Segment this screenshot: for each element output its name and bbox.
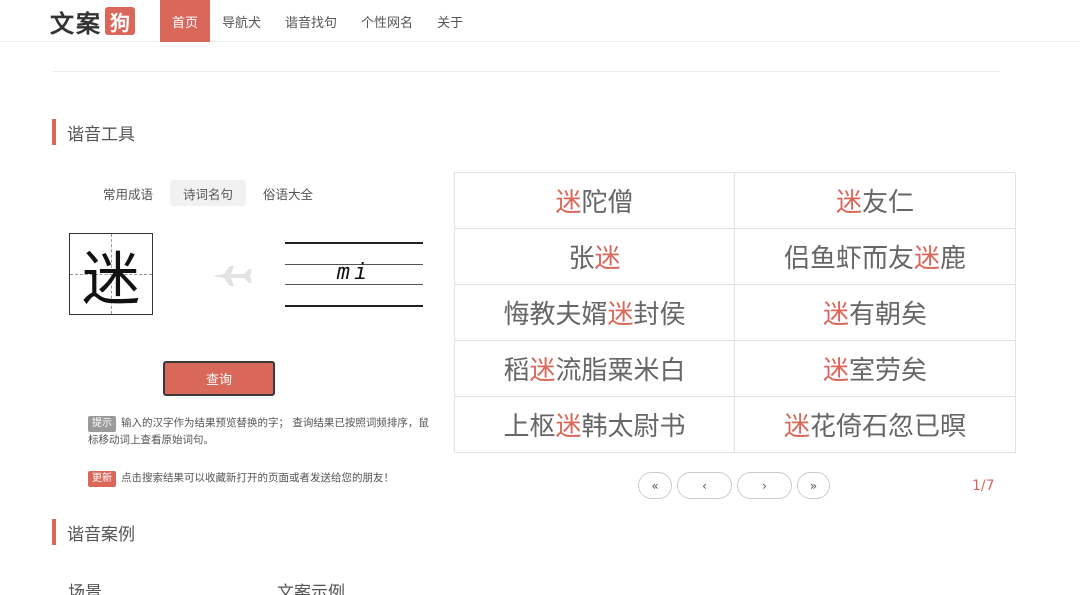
first-page-button[interactable]: « [638, 472, 672, 499]
tip-tag: 提示 [88, 416, 116, 432]
top-navbar: 文案 狗 首页 导航犬 谐音找句 个性网名 关于 [0, 0, 1080, 42]
highlight-char: 迷 [783, 412, 810, 442]
result-cell[interactable]: 迷花倚石忽已暝 [735, 397, 1016, 453]
result-cell[interactable]: 稻迷流脂粟米白 [455, 341, 735, 397]
pinyin-display: mi [285, 242, 423, 308]
update-text: 点击搜索结果可以收藏新打开的页面或者发送给您的朋友！ [121, 472, 394, 484]
highlight-char: 迷 [555, 412, 582, 442]
logo-text: 文案 [50, 8, 102, 38]
nav-about[interactable]: 关于 [425, 0, 475, 42]
tab-poems[interactable]: 诗词名句 [170, 180, 247, 206]
highlight-char: 迷 [607, 300, 634, 330]
update-note: 更新 点击搜索结果可以收藏新打开的页面或者发送给您的朋友！ [88, 470, 433, 487]
section-title-tool: 谐音工具 [52, 119, 135, 145]
case-column-example: 文案示例 [277, 583, 345, 595]
results-grid: 迷陀僧迷友仁张迷侣鱼虾而友迷鹿悔教夫婿迷封侯迷有朝矣稻迷流脂粟米白迷室劳矣 上枢迷… [454, 172, 1016, 453]
airplane-icon [212, 266, 252, 286]
prev-page-button[interactable]: ‹ [677, 472, 732, 499]
divider [52, 71, 1000, 72]
result-cell[interactable]: 迷陀僧 [455, 173, 735, 229]
main-nav: 首页 导航犬 谐音找句 个性网名 关于 [160, 0, 475, 42]
site-logo[interactable]: 文案 狗 [50, 6, 135, 38]
input-char[interactable]: 迷 [70, 234, 152, 314]
result-cell[interactable]: 迷室劳矣 [735, 341, 1016, 397]
result-cell[interactable]: 张迷 [455, 229, 735, 285]
page-indicator: 1/7 [972, 478, 995, 494]
result-cell[interactable]: 上枢迷韩太尉书 [455, 397, 735, 453]
nav-homophone-search[interactable]: 谐音找句 [273, 0, 349, 42]
logo-badge: 狗 [105, 7, 135, 35]
tip-text: 输入的汉字作为结果预览替换的字； 查询结果已按照词频排序，鼠标移动词上查看原始词… [88, 417, 429, 446]
highlight-char: 迷 [822, 356, 849, 386]
nav-nicknames[interactable]: 个性网名 [349, 0, 425, 42]
highlight-char: 迷 [913, 244, 940, 274]
result-cell[interactable]: 悔教夫婿迷封侯 [455, 285, 735, 341]
mode-tabs: 常用成语 诗词名句 俗语大全 [90, 180, 330, 206]
tab-idioms[interactable]: 常用成语 [90, 180, 166, 206]
result-cell[interactable]: 迷有朝矣 [735, 285, 1016, 341]
tip-note: 提示 输入的汉字作为结果预览替换的字； 查询结果已按照词频排序，鼠标移动词上查看原… [88, 415, 433, 449]
pinyin-text: mi [336, 260, 372, 285]
highlight-char: 迷 [594, 244, 621, 274]
nav-guide-dog[interactable]: 导航犬 [210, 0, 273, 42]
highlight-char: 迷 [555, 188, 582, 218]
highlight-char: 迷 [835, 188, 862, 218]
nav-home[interactable]: 首页 [160, 0, 211, 42]
result-cell[interactable]: 侣鱼虾而友迷鹿 [735, 229, 1016, 285]
char-input-grid[interactable]: 迷 [69, 233, 153, 315]
update-tag: 更新 [88, 471, 116, 487]
query-button[interactable]: 查询 [163, 361, 275, 396]
highlight-char: 迷 [822, 300, 849, 330]
next-page-button[interactable]: › [737, 472, 792, 499]
highlight-char: 迷 [529, 356, 556, 386]
tab-proverbs[interactable]: 俗语大全 [250, 180, 326, 206]
last-page-button[interactable]: » [797, 472, 830, 499]
section-title-cases: 谐音案例 [52, 519, 135, 545]
result-cell[interactable]: 迷友仁 [735, 173, 1016, 229]
case-column-scene: 场景 [68, 583, 102, 595]
